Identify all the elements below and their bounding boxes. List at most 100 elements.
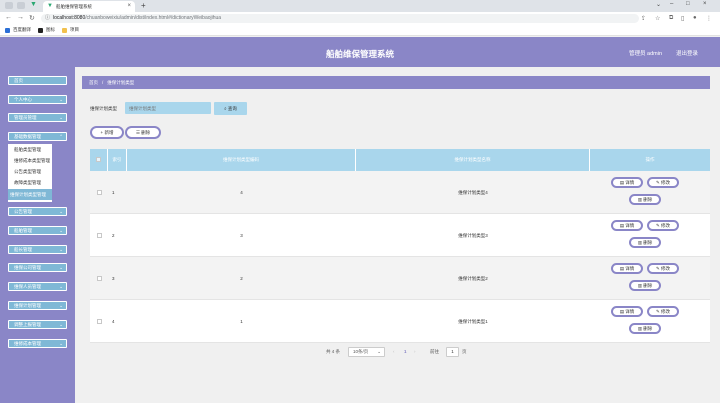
select-all-cell	[90, 149, 108, 171]
trash-icon: ▥	[637, 197, 642, 202]
bookmarks-bar: 百度翻译 图标 项目	[0, 25, 720, 36]
column-header: 维保计划类型名称	[356, 149, 590, 171]
code-cell: 4	[240, 190, 243, 195]
sidebar-item-base-data[interactable]: 基础数据管理 ⌃	[8, 132, 67, 141]
submenu-item-fault-type[interactable]: 故障类型管理	[8, 177, 52, 188]
detail-button-label: 详情	[625, 309, 635, 314]
detail-button[interactable]: ▤ 详情	[611, 177, 643, 188]
sidebar-item-companies[interactable]: 维保公司管理 ⌄	[8, 263, 67, 272]
edit-button[interactable]: ✎ 修改	[647, 220, 679, 231]
code-cell: 1	[240, 319, 243, 324]
detail-button[interactable]: ▤ 详情	[611, 263, 643, 274]
chevron-down-icon: ⌄	[59, 247, 63, 252]
delete-button[interactable]: ▥ 删除	[629, 194, 661, 205]
table-row: 3 2 维保计划类型2 ▤ 详情 ✎ 修改 ▥ 删除	[90, 257, 710, 300]
row-checkbox[interactable]	[96, 276, 102, 281]
minimize-icon[interactable]: –	[670, 1, 673, 7]
search-button-label: 查询	[227, 106, 237, 111]
delete-button[interactable]: ▥ 删除	[629, 237, 661, 248]
submenu-item-ship-type[interactable]: 船舶类型管理	[8, 144, 52, 155]
edit-button[interactable]: ✎ 修改	[647, 306, 679, 317]
sidebar-item-staff[interactable]: 维保人员管理 ⌄	[8, 282, 67, 291]
bookmark-item[interactable]: 项目	[62, 27, 79, 33]
edit-icon: ✎	[655, 309, 660, 314]
back-icon[interactable]: ←	[5, 14, 12, 21]
sidepanel-icon[interactable]: ▯	[681, 15, 684, 22]
edit-button-label: 修改	[661, 180, 671, 185]
maximize-icon[interactable]: □	[686, 1, 690, 7]
sidebar-item-admins[interactable]: 管理员管理 ⌄	[8, 113, 67, 122]
sidebar-item-label: 管理员管理	[14, 115, 37, 120]
app-title: 船舶维保管理系统	[325, 49, 394, 59]
chevron-down-icon: ⌄	[59, 303, 63, 308]
select-all-checkbox[interactable]	[96, 157, 101, 163]
reload-icon[interactable]: ↻	[29, 14, 35, 22]
search-button[interactable]: ⌕ 查询	[214, 102, 247, 115]
search-input[interactable]	[125, 102, 211, 114]
bookmark-item[interactable]: 百度翻译	[5, 27, 31, 33]
search-icon: ⌕	[224, 106, 227, 111]
breadcrumb-home[interactable]: 首页	[89, 80, 98, 85]
extensions-icon[interactable]: ⧉	[669, 15, 673, 22]
sidebar-item-home[interactable]: 首页	[8, 76, 67, 85]
new-tab-button[interactable]: +	[141, 1, 146, 10]
row-checkbox[interactable]	[96, 233, 102, 238]
sidebar-item-costs[interactable]: 维修成本管理 ⌄	[8, 339, 67, 348]
more-icon[interactable]: ⋮	[706, 15, 712, 22]
row-checkbox-cell	[90, 214, 108, 257]
detail-button[interactable]: ▤ 详情	[611, 306, 643, 317]
row-checkbox-cell	[90, 257, 108, 300]
edit-button[interactable]: ✎ 修改	[647, 177, 679, 188]
window-menu-icon[interactable]	[5, 2, 13, 9]
current-page[interactable]: 1	[404, 349, 407, 354]
edit-button-label: 修改	[661, 223, 671, 228]
window-menu-icon-2[interactable]	[17, 2, 25, 9]
profile-icon[interactable]: ●	[693, 15, 697, 21]
detail-button[interactable]: ▤ 详情	[611, 220, 643, 231]
batch-delete-button[interactable]: ☰ 删除	[125, 126, 161, 139]
page-size-select[interactable]: 10条/页 ⌄	[348, 347, 385, 357]
next-page-button[interactable]: ›	[414, 349, 416, 354]
row-checkbox-cell	[90, 171, 108, 214]
code-cell: 2	[240, 276, 243, 281]
url-host: localhost:8080	[53, 15, 86, 21]
forward-icon[interactable]: →	[17, 14, 24, 21]
bookmark-item[interactable]: 图标	[38, 27, 55, 33]
detail-icon: ▤	[619, 309, 624, 314]
submenu-item-cost-type[interactable]: 维修成本类型管理	[8, 155, 52, 166]
delete-button[interactable]: ▥ 删除	[629, 323, 661, 334]
row-checkbox[interactable]	[96, 319, 102, 324]
tab-close-icon[interactable]: ×	[127, 3, 131, 9]
chevron-down-icon[interactable]: ⌄	[656, 1, 661, 8]
edit-button[interactable]: ✎ 修改	[647, 263, 679, 274]
submenu-item-notice-type[interactable]: 公告类型管理	[8, 166, 52, 177]
row-checkbox[interactable]	[96, 190, 102, 195]
url-field[interactable]: ⓘ localhost:8080/chuanboweixiu/admin/dis…	[41, 14, 639, 23]
sidebar-item-ships[interactable]: 船舶管理 ⌄	[8, 226, 67, 235]
sidebar-item-notices[interactable]: 公告管理 ⌄	[8, 207, 67, 216]
share-icon[interactable]: ⇪	[641, 15, 646, 22]
add-button[interactable]: + 新增	[90, 126, 124, 139]
delete-button[interactable]: ▥ 删除	[629, 280, 661, 291]
browser-tab[interactable]: ▼ 船舶维保管理系统 ×	[43, 1, 135, 12]
url-path: /chuanboweixiu/admin/dist/index.html#/di…	[85, 15, 222, 21]
info-icon: ⓘ	[45, 15, 51, 21]
logout-link[interactable]: 退出登录	[676, 49, 698, 57]
sidebar-item-captains[interactable]: 船长管理 ⌄	[8, 245, 67, 254]
delete-button-label: 删除	[643, 197, 653, 202]
star-icon[interactable]: ☆	[655, 15, 660, 22]
goto-page-input[interactable]: 1	[446, 347, 459, 357]
code-cell: 3	[240, 233, 243, 238]
close-window-icon[interactable]: ×	[703, 1, 707, 7]
sidebar-item-reports[interactable]: 调整上报管理 ⌄	[8, 320, 67, 329]
submenu-item-plan-type[interactable]: 维保计划类型管理	[8, 189, 52, 200]
vue-logo-icon: ▼	[30, 1, 37, 8]
sidebar-item-plans[interactable]: 维保计划管理 ⌄	[8, 301, 67, 310]
sidebar-item-label: 维保公司管理	[14, 265, 41, 270]
sidebar-item-profile[interactable]: 个人中心 ⌄	[8, 95, 67, 104]
sidebar-item-label: 维修成本管理	[14, 341, 41, 346]
prev-page-button[interactable]: ‹	[393, 349, 395, 354]
pager-total: 共 4 条	[326, 349, 341, 354]
delete-button-label: 删除	[643, 240, 653, 245]
browser-tab-bar: ▼ ▼ 船舶维保管理系统 × + ⌄ – □ ×	[0, 0, 720, 12]
